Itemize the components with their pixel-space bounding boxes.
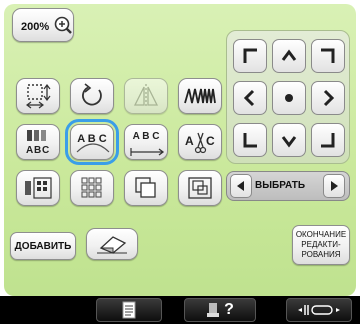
rotate-button[interactable] [70,78,114,114]
help-button[interactable]: ? [184,298,256,322]
rotate-icon [82,83,102,106]
machine-spool-icon [207,303,220,317]
move-down-right-button[interactable] [311,123,345,157]
edit-letters-button[interactable]: A C [178,124,222,160]
move-up-right-button[interactable] [311,39,345,73]
chevron-up-icon [281,49,297,61]
text-spacing-button[interactable]: A B C [124,124,168,160]
spacing-arrow-icon [130,148,165,156]
triangle-right-icon [331,181,338,191]
mirror-button[interactable] [124,78,168,114]
chevron-right-icon [323,89,335,107]
hoop-button[interactable] [286,298,352,322]
select-prev-button[interactable] [230,174,252,198]
finish-label-3: РОВАНИЯ [301,250,341,259]
document-icon [122,301,136,319]
chevron-down-icon [281,136,297,148]
center-button[interactable] [272,81,306,115]
finish-edit-button[interactable]: ОКОНЧАНИЕ РЕДАКТИ- РОВАНИЯ [292,225,350,265]
magnifier-icon [53,15,73,35]
taskbar: ? [0,296,360,324]
outline-button[interactable] [178,170,222,206]
presser-foot-hoop-icon [298,305,340,315]
duplicate-button[interactable] [124,170,168,206]
cut-letters-icon: A C [185,132,215,154]
stitch-density-icon [184,88,216,104]
move-down-left-button[interactable] [233,123,267,157]
corner-up-right-icon [321,48,335,63]
add-label: ДОБАВИТЬ [14,240,72,252]
zoom-label: 200% [21,21,50,33]
corner-up-left-icon [243,48,257,63]
mirror-icon [133,84,159,108]
move-right-button[interactable] [311,81,345,115]
triangle-left-icon [237,181,244,191]
spacing-text-label: A B C [132,131,160,142]
svg-text:C: C [42,145,49,155]
select-next-button[interactable] [323,174,345,198]
page-button[interactable] [96,298,162,322]
select-label: ВЫБРАТЬ [255,180,306,191]
density-button[interactable] [178,78,222,114]
size-button[interactable] [16,78,60,114]
move-pad [226,30,350,164]
select-bar: ВЫБРАТЬ [226,171,350,201]
grid-icon [81,177,102,198]
corner-down-right-icon [321,133,335,148]
svg-text:A: A [185,134,194,148]
delete-button[interactable] [86,228,138,260]
color-sort-button[interactable]: A B C [16,124,60,160]
chevron-left-icon [243,89,255,107]
svg-text:A: A [26,145,33,155]
move-down-button[interactable] [272,123,306,157]
resize-icon [26,84,51,109]
add-button[interactable]: ДОБАВИТЬ [10,232,76,260]
corner-down-left-icon [243,133,257,148]
multi-color-button[interactable] [16,170,60,206]
arc-text-icon [76,143,110,153]
eraser-icon [97,236,127,254]
move-up-left-button[interactable] [233,39,267,73]
thread-spools-icon: A B C [26,130,49,155]
move-left-button[interactable] [233,81,267,115]
move-up-button[interactable] [272,39,306,73]
svg-text:B: B [34,145,41,155]
help-label: ? [224,301,234,318]
embroidery-edit-screen: 200% A B C A B C A B C A C ВЫБРАТЬ ДОБАВ… [0,0,360,324]
spool-palette-icon [25,177,52,199]
center-dot-icon [285,94,293,102]
svg-text:C: C [206,134,215,148]
finish-label-1: ОКОНЧАНИЕ [295,230,347,239]
finish-label-2: РЕДАКТИ- [301,240,341,249]
outline-frame-icon [188,177,212,199]
copy-icon [135,177,156,198]
border-repeat-button[interactable] [70,170,114,206]
arc-text-button[interactable]: A B C [65,119,119,165]
zoom-button[interactable]: 200% [12,8,74,42]
